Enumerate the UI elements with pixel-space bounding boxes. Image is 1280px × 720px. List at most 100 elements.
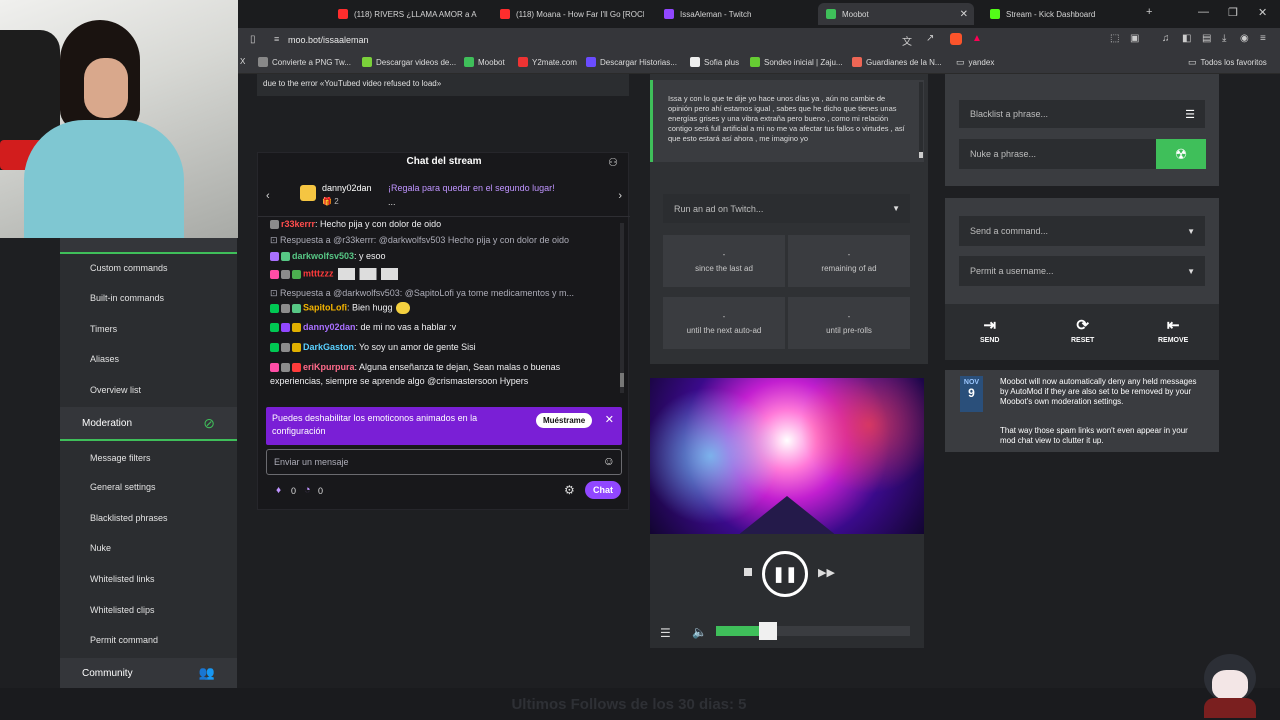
close-tab-icon[interactable]: ✕ (960, 9, 968, 20)
permit-select[interactable]: Permit a username... ▼ (959, 256, 1205, 286)
chat-text: : Alguna enseñanza te dejan, Sean malas … (354, 362, 561, 372)
stop-icon[interactable] (744, 568, 752, 576)
volume-icon[interactable]: 🔈 (692, 625, 707, 639)
sidebar-item-timers[interactable]: Timers (60, 315, 237, 343)
bookmark-item[interactable]: Descargar Historias... (586, 57, 677, 67)
reset-button[interactable]: ⟳ RESET (1071, 316, 1094, 344)
bookmark-item[interactable]: Sofia plus (690, 57, 739, 67)
url-field[interactable]: moo.bot/issaaleman (288, 35, 369, 45)
sidebar-item-blacklisted-phrases[interactable]: Blacklisted phrases (60, 504, 237, 532)
sidebar-item-permit-command[interactable]: Permit command (60, 626, 237, 654)
nuke-input[interactable]: Nuke a phrase... (959, 139, 1157, 169)
chat-username[interactable]: eriKpurpura (303, 362, 355, 372)
extensions-icon[interactable]: ⬚ (1110, 33, 1119, 44)
sidebar-item-whitelisted-links[interactable]: Whitelisted links (60, 565, 237, 593)
media-icon[interactable]: ♫ (1162, 33, 1170, 44)
sidebar-item-nuke[interactable]: Nuke (60, 534, 237, 562)
bookmark-all-folder[interactable]: ▭ Todos los favoritos (1188, 57, 1267, 68)
chat-username[interactable]: r33kerrr (281, 219, 315, 229)
chat-username[interactable]: darkwolfsv503 (292, 251, 354, 261)
blacklist-input[interactable]: Blacklist a phrase... ☰ (959, 100, 1205, 128)
tab-rivers[interactable]: (118) RIVERS ¿LLAMA AMOR a A (330, 3, 480, 25)
minimize-icon[interactable]: — (1198, 6, 1209, 18)
site-info-icon[interactable]: ≡ (274, 34, 279, 44)
community-icon[interactable]: ⚇ (608, 156, 618, 169)
permit-placeholder: Permit a username... (970, 266, 1054, 276)
new-tab-icon[interactable]: + (1146, 6, 1152, 18)
ad-stat-label: until pre-rolls (826, 325, 872, 335)
chat-username[interactable]: DarkGaston (303, 342, 354, 352)
command-select[interactable]: Send a command... ▼ (959, 216, 1205, 246)
pause-icon[interactable]: ❚❚ (762, 551, 808, 597)
sidebar: Custom commands Built-in commands Timers… (60, 238, 237, 688)
bookmark-item[interactable]: Convierte a PNG Tw... (258, 57, 351, 67)
show-me-button[interactable]: Muéstrame (536, 413, 593, 428)
sidebar-item-custom-commands[interactable]: Custom commands (60, 254, 237, 282)
bookmark-folder[interactable]: ▭ yandex (956, 57, 994, 68)
bookmark-x[interactable]: X (240, 57, 245, 66)
sidebar-item-message-filters[interactable]: Message filters (60, 444, 237, 472)
sidebar-item-overview-list[interactable]: Overview list (60, 376, 237, 404)
sidebar-section-community[interactable]: Community 👥 (60, 658, 237, 688)
quote-scrollbar[interactable] (919, 82, 923, 158)
vpn-icon[interactable]: ◉ (1240, 33, 1249, 44)
bookmark-item[interactable]: Guardianes de la N... (852, 57, 942, 67)
bits-icon[interactable]: ♦ (276, 485, 281, 496)
playlist-icon[interactable]: ☰ (660, 626, 671, 640)
skip-icon[interactable]: ▶▶ (818, 566, 835, 579)
tab-moobot[interactable]: Moobot ✕ (818, 3, 974, 25)
bookmark-item[interactable]: Y2mate.com (518, 57, 577, 67)
channel-points-icon[interactable]: ◔ (304, 484, 311, 496)
chat-username[interactable]: mtttzzz (303, 268, 334, 278)
close-window-icon[interactable]: ✕ (1258, 6, 1267, 19)
close-notice-icon[interactable]: ✕ (605, 413, 614, 426)
settings-icon[interactable]: ⚙ (564, 483, 575, 497)
remove-button[interactable]: ⇤ REMOVE (1158, 316, 1188, 344)
volume-thumb[interactable] (759, 622, 778, 640)
ad-select[interactable]: Run an ad on Twitch... ▼ (663, 194, 910, 223)
sidebar-section-moderation[interactable]: Moderation ⊘ (60, 407, 237, 441)
tab-kick[interactable]: Stream - Kick Dashboard (982, 3, 1134, 25)
bookmark-item[interactable]: Moobot (464, 57, 505, 67)
chat-input[interactable]: Enviar un mensaje ☺ (266, 449, 622, 475)
twitch-icon (664, 9, 674, 19)
scrollbar-thumb[interactable] (919, 152, 923, 158)
nuke-button[interactable]: ☢ (1156, 139, 1206, 169)
chat-username[interactable]: danny02dan (303, 322, 356, 332)
ad-stat-value: - (847, 249, 851, 259)
chat-scrollbar[interactable] (620, 223, 624, 393)
menu-icon[interactable]: ≡ (1260, 33, 1266, 44)
chat-username[interactable]: SapitoLofi (303, 302, 347, 312)
brave-shield-icon[interactable] (950, 33, 962, 45)
bookmark-item[interactable]: Descargar videos de... (362, 57, 456, 67)
gift-count: 🎁 2 (322, 197, 339, 206)
screenshot-icon[interactable]: ▣ (1130, 33, 1139, 44)
sidebar-item-aliases[interactable]: Aliases (60, 345, 237, 373)
tab-twitch[interactable]: IssaAleman - Twitch (656, 3, 808, 25)
downloads-icon[interactable]: ⤓ (1222, 33, 1226, 44)
emoji-icon[interactable]: ☺ (603, 454, 615, 468)
wallet-icon[interactable]: ▤ (1202, 33, 1211, 44)
maximize-icon[interactable]: ❐ (1228, 6, 1238, 19)
tab-moana[interactable]: (118) Moana - How Far I'll Go [ROCK (492, 3, 644, 25)
sidebar-toggle-icon[interactable]: ◧ (1182, 33, 1191, 44)
volume-slider[interactable] (716, 622, 910, 640)
translate-icon[interactable]: 文 (902, 33, 912, 48)
bookmark-icon[interactable]: ▯ (250, 34, 256, 45)
bottom-ticker-bar: Ultimos Follows de los 30 dias: 5 (0, 688, 1280, 720)
bookmark-item[interactable]: Sondeo inicial | Zaju... (750, 57, 843, 67)
sidebar-item-whitelisted-clips[interactable]: Whitelisted clips (60, 596, 237, 624)
sidebar-item-general-settings[interactable]: General settings (60, 473, 237, 501)
send-chat-button[interactable]: Chat (585, 481, 621, 499)
send-command-button[interactable]: ⇥ SEND (980, 316, 999, 344)
chevron-left-icon[interactable]: ‹ (266, 190, 270, 202)
rewards-icon[interactable]: ▲ (972, 33, 982, 44)
gift-message: ¡Regala para quedar en el segundo lugar! (388, 183, 555, 193)
scrollbar-thumb[interactable] (620, 373, 624, 387)
share-icon[interactable]: ↗ (926, 33, 934, 44)
chevron-right-icon[interactable]: › (618, 190, 622, 202)
video-frame[interactable] (650, 378, 924, 534)
list-icon[interactable]: ☰ (1185, 108, 1195, 121)
gift-user[interactable]: danny02dan (322, 183, 372, 193)
sidebar-item-built-in-commands[interactable]: Built-in commands (60, 284, 237, 312)
